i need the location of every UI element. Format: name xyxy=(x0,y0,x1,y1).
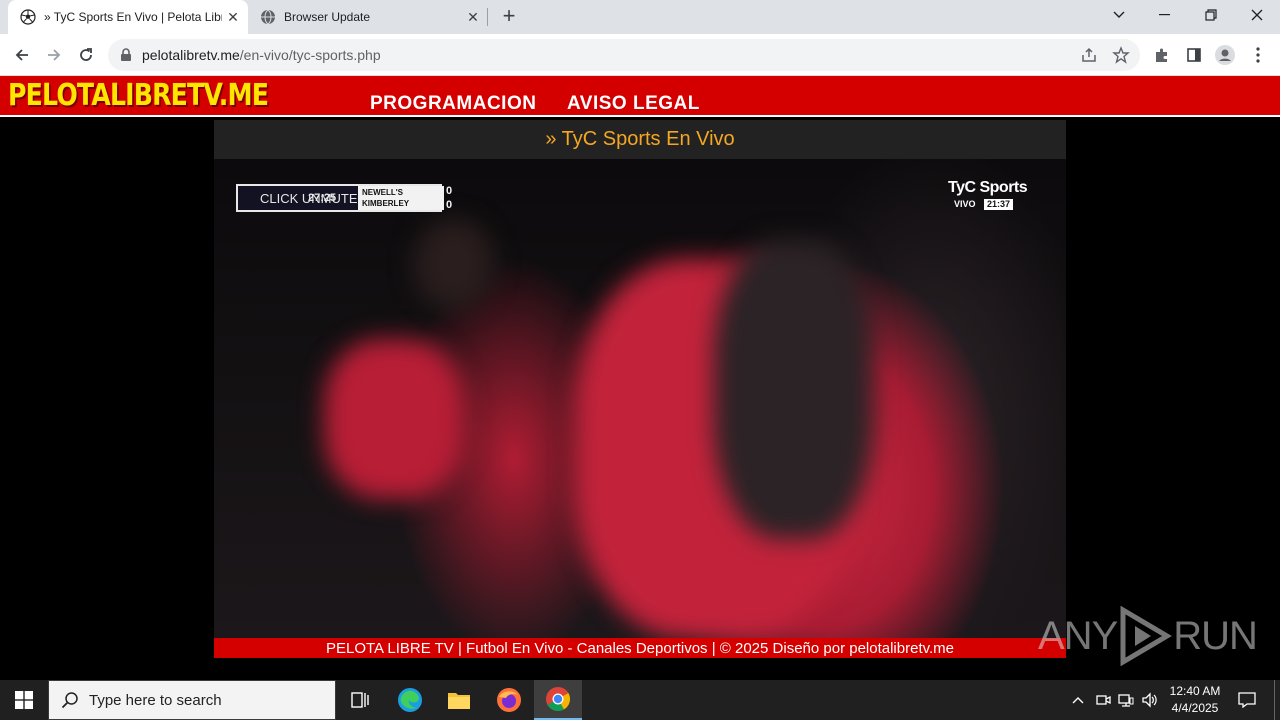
address-bar[interactable]: pelotalibretv.me/en-vivo/tyc-sports.php xyxy=(108,39,1140,71)
blurred-player-figure xyxy=(714,239,874,539)
close-tab-icon[interactable]: ✕ xyxy=(222,9,244,26)
away-score: 0 xyxy=(446,199,453,211)
anyrun-watermark: ANY RUN xyxy=(1038,606,1258,666)
chrome-taskbar-app[interactable] xyxy=(534,680,582,720)
live-tag: VIVO xyxy=(954,199,976,209)
watermark-prefix: ANY xyxy=(1038,613,1118,658)
firefox-taskbar-app[interactable] xyxy=(485,680,533,720)
reload-button[interactable] xyxy=(73,42,99,68)
show-hidden-icons-chevron-up-icon[interactable] xyxy=(1068,690,1088,710)
search-placeholder: Type here to search xyxy=(89,691,222,709)
url-text[interactable]: pelotalibretv.me/en-vivo/tyc-sports.php xyxy=(142,47,381,63)
tab-tyc-sports[interactable]: » TyC Sports En Vivo | Pelota Libre ✕ xyxy=(8,0,248,34)
start-button[interactable] xyxy=(0,680,48,720)
task-view-icon xyxy=(351,692,369,708)
url-host: pelotalibretv.me xyxy=(142,47,240,63)
menu-kebab-icon[interactable] xyxy=(1248,45,1268,65)
reload-icon xyxy=(80,48,92,61)
search-icon xyxy=(61,692,78,709)
close-tab-icon[interactable]: ✕ xyxy=(462,9,484,26)
show-desktop-button[interactable] xyxy=(1274,680,1275,720)
page-title: » TyC Sports En Vivo xyxy=(545,128,735,150)
share-icon[interactable] xyxy=(1080,46,1098,64)
clock-time: 12:40 AM xyxy=(1169,684,1221,698)
home-team: NEWELL'S xyxy=(362,188,404,197)
site-header: PELOTALIBRETV.ME PROGRAMACION AVISO LEGA… xyxy=(0,76,1280,117)
folder-icon xyxy=(448,693,470,709)
channel-logo: TyC Sports xyxy=(948,179,1028,196)
blurred-player-head xyxy=(414,219,494,309)
windows-logo-icon xyxy=(15,691,33,709)
nav-link-programacion[interactable]: PROGRAMACION xyxy=(370,93,536,115)
nav-link-aviso-legal[interactable]: AVISO LEGAL xyxy=(567,93,700,115)
volume-icon[interactable] xyxy=(1140,690,1160,710)
web-page: PELOTALIBRETV.ME PROGRAMACION AVISO LEGA… xyxy=(0,76,1280,680)
tab-title: » TyC Sports En Vivo | Pelota Libre xyxy=(44,10,222,24)
globe-icon xyxy=(261,9,275,25)
new-tab-button[interactable]: + xyxy=(497,4,521,28)
taskbar-search[interactable]: Type here to search xyxy=(48,680,336,720)
away-team: KIMBERLEY xyxy=(362,199,410,208)
forward-button[interactable] xyxy=(41,42,67,68)
tab-strip: » TyC Sports En Vivo | Pelota Libre ✕ Br… xyxy=(0,0,1280,34)
score-overlay[interactable]: CLICK UNMUTE 27:25 NEWELL'S KIMBERLEY xyxy=(236,184,444,212)
teams-box: NEWELL'S KIMBERLEY xyxy=(358,186,444,210)
back-button[interactable] xyxy=(9,42,35,68)
site-logo[interactable]: PELOTALIBRETV.ME xyxy=(8,78,269,113)
soccer-ball-icon xyxy=(20,9,36,25)
profile-avatar-icon[interactable] xyxy=(1215,45,1235,65)
edge-icon xyxy=(398,688,422,712)
content-area: » TyC Sports En Vivo xyxy=(214,120,1066,159)
tab-browser-update[interactable]: Browser Update ✕ xyxy=(250,0,488,34)
lock-icon[interactable] xyxy=(120,48,132,62)
home-score: 0 xyxy=(446,185,453,197)
site-footer: PELOTA LIBRE TV | Futbol En Vivo - Canal… xyxy=(214,638,1066,658)
blurred-player-figure xyxy=(324,339,464,499)
watermark-suffix: RUN xyxy=(1173,613,1258,658)
restore-button[interactable] xyxy=(1188,0,1234,30)
close-window-button[interactable] xyxy=(1234,0,1280,30)
arrow-left-icon xyxy=(15,49,28,61)
minimize-button[interactable] xyxy=(1142,0,1188,30)
extensions-icon[interactable] xyxy=(1152,45,1172,65)
edge-taskbar-app[interactable] xyxy=(386,680,434,720)
arrow-right-icon xyxy=(48,49,61,61)
meet-now-icon[interactable] xyxy=(1093,690,1113,710)
tab-title: Browser Update xyxy=(284,10,371,24)
url-path: /en-vivo/tyc-sports.php xyxy=(239,47,381,63)
bookmark-star-icon[interactable] xyxy=(1112,46,1130,64)
clock-date: 4/4/2025 xyxy=(1171,701,1219,715)
file-explorer-taskbar-app[interactable] xyxy=(435,680,483,720)
browser-toolbar: pelotalibretv.me/en-vivo/tyc-sports.php xyxy=(0,34,1280,76)
tab-search-icon[interactable] xyxy=(1096,0,1142,30)
broadcast-clock: 21:37 xyxy=(984,199,1014,210)
task-view-button[interactable] xyxy=(336,680,384,720)
taskbar-clock[interactable]: 12:40 AM 4/4/2025 xyxy=(1166,683,1224,717)
match-clock: 27:25 xyxy=(308,192,337,204)
windows-taskbar: Type here to search 12:40 AM 4/4/2025 xyxy=(0,680,1280,720)
notifications-icon[interactable] xyxy=(1237,690,1257,710)
footer-text: PELOTA LIBRE TV | Futbol En Vivo - Canal… xyxy=(325,639,955,657)
tab-separator xyxy=(487,8,488,26)
channel-title-bar: » TyC Sports En Vivo xyxy=(214,120,1066,159)
network-icon[interactable] xyxy=(1116,690,1136,710)
chrome-icon xyxy=(546,687,571,712)
video-player[interactable]: CLICK UNMUTE 27:25 NEWELL'S KIMBERLEY 0 … xyxy=(214,159,1066,638)
firefox-icon xyxy=(497,688,521,712)
side-panel-icon[interactable] xyxy=(1184,45,1204,65)
play-triangle-icon xyxy=(1120,606,1173,666)
